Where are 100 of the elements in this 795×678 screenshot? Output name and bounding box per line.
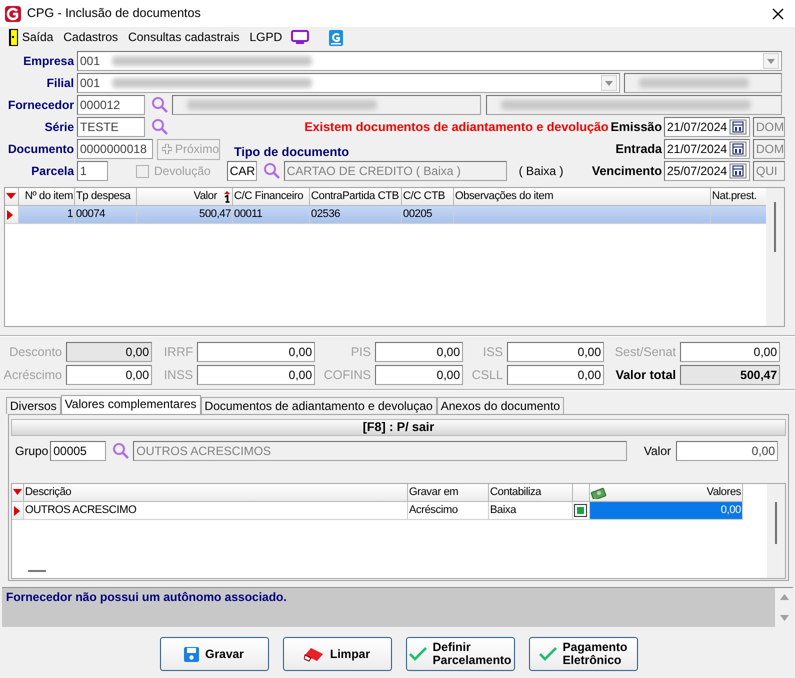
calendar-icon[interactable] xyxy=(729,163,747,179)
amount-field[interactable]: 0,00 xyxy=(507,342,604,362)
warning-text: Existem documentos de adiantamento e devolução xyxy=(304,120,609,134)
section-label: Tipo de documento xyxy=(234,145,350,160)
column-header[interactable]: Valor xyxy=(137,188,233,206)
checkbox[interactable] xyxy=(574,504,587,517)
amount-field[interactable]: 0,00 xyxy=(507,365,604,385)
menu-item[interactable]: Consultas cadastrais xyxy=(123,30,244,45)
column-header[interactable]: Gravar em xyxy=(408,484,489,502)
tab[interactable]: Diversos xyxy=(6,397,61,414)
document-type-field[interactable]: CAR xyxy=(226,161,257,181)
search-icon[interactable] xyxy=(151,96,169,114)
scroll-down-icon[interactable] xyxy=(780,615,788,621)
field-label: Valor total xyxy=(614,368,677,382)
action-button[interactable]: Gravar xyxy=(160,637,268,671)
caret-icon xyxy=(767,58,775,64)
calendar-icon[interactable] xyxy=(729,119,747,135)
tab[interactable]: Valores complementares xyxy=(60,395,201,414)
weekday-field: DOM xyxy=(753,117,785,137)
amount-field[interactable]: 0,00 xyxy=(375,365,463,385)
group-field[interactable]: 00005 xyxy=(50,441,106,461)
field-label: Parcela xyxy=(30,164,76,178)
search-icon[interactable] xyxy=(262,162,281,180)
table-cell: 02536 xyxy=(310,206,402,224)
note-text: ( Baixa ) xyxy=(518,164,564,178)
amount-field[interactable]: 0,00 xyxy=(197,342,315,362)
action-button[interactable]: Limpar xyxy=(282,637,392,671)
supplier-field[interactable]: 000012 xyxy=(77,95,145,115)
table-cell: 00011 xyxy=(233,206,310,224)
door-icon xyxy=(9,29,18,46)
app-logo-icon xyxy=(5,6,21,22)
table-cell: 00205 xyxy=(402,206,454,224)
caret-icon xyxy=(605,80,613,86)
table-cell: 0,00 xyxy=(590,502,743,520)
checkbox-label: Devolução xyxy=(154,164,211,178)
sort-down-icon xyxy=(13,489,22,495)
field-label: INSS xyxy=(162,368,194,382)
eraser-icon xyxy=(304,646,324,662)
document-field[interactable]: 0000000018 xyxy=(77,139,153,159)
search-icon[interactable] xyxy=(151,118,169,136)
field-label: Série xyxy=(44,120,75,134)
field-label: Acréscimo xyxy=(2,368,63,382)
column-header[interactable]: Contabiliza xyxy=(489,484,573,502)
table-cell: 1 xyxy=(19,206,75,224)
app-logo-icon[interactable] xyxy=(329,30,344,46)
amount-field[interactable]: 0,00 xyxy=(676,441,778,461)
column-header[interactable]: Descrição xyxy=(24,484,408,502)
series-field[interactable]: TESTE xyxy=(77,117,145,137)
amount-field[interactable]: 0,00 xyxy=(197,365,315,385)
scroll-up-icon[interactable] xyxy=(780,594,788,600)
panel-header: [F8] : P/ sair xyxy=(11,419,786,436)
field-label: PIS xyxy=(350,344,372,360)
amount-field: 0,00 xyxy=(66,342,152,362)
menu-item[interactable]: Cadastros xyxy=(58,30,124,45)
field-label: Valor xyxy=(644,444,671,458)
column-header[interactable]: C/C Financeiro xyxy=(233,188,310,206)
menu-item[interactable]: Saída xyxy=(4,29,58,46)
current-row-icon xyxy=(14,506,20,516)
tab[interactable]: Documentos de adiantamento e devoluçao xyxy=(200,397,437,414)
weekday-field: DOM xyxy=(753,139,785,159)
amount-field[interactable]: 0,00 xyxy=(375,342,463,362)
action-button[interactable]: Definir Parcelamento xyxy=(406,637,514,671)
scrollbar[interactable] xyxy=(766,188,784,326)
amount-field[interactable]: 0,00 xyxy=(66,365,152,385)
check-icon xyxy=(538,647,557,661)
menu-item[interactable]: LGPD xyxy=(244,30,288,45)
column-header[interactable]: Nº do item xyxy=(19,188,75,206)
search-icon[interactable] xyxy=(112,442,130,460)
status-message: Fornecedor não possui um autônomo associado. xyxy=(5,589,288,606)
column-header[interactable]: Nat.prest. xyxy=(711,188,766,206)
column-header[interactable]: Observações do item xyxy=(454,188,711,206)
installment-field[interactable]: 1 xyxy=(77,161,108,181)
readonly-field: CARTAO DE CREDITO ( Baixa ) xyxy=(284,161,507,181)
action-button[interactable]: Pagamento Eletrônico xyxy=(528,637,638,671)
field-label: Filial xyxy=(46,76,75,90)
field-label: Vencimento xyxy=(592,164,663,178)
branch-dropdown[interactable]: 001 xyxy=(77,73,620,93)
amount-field[interactable]: 0,00 xyxy=(680,342,780,362)
calendar-icon[interactable] xyxy=(729,141,747,157)
plus-icon xyxy=(162,144,172,154)
date-field[interactable]: 21/07/2024 xyxy=(664,117,750,137)
column-header[interactable]: Valores xyxy=(590,484,743,502)
field-label: ISS xyxy=(482,344,504,360)
money-icon xyxy=(591,486,607,498)
field-label: Sest/Senat xyxy=(614,344,677,360)
column-header[interactable]: C/C CTB xyxy=(402,188,454,206)
tab[interactable]: Anexos do documento xyxy=(436,397,564,414)
date-field[interactable]: 21/07/2024 xyxy=(664,139,750,159)
table-cell: Acréscimo xyxy=(408,502,489,520)
column-header[interactable]: Tp despesa xyxy=(75,188,137,206)
table-cell: 500,47 xyxy=(137,206,233,224)
monitor-icon[interactable] xyxy=(291,30,310,45)
field-label: Documento xyxy=(7,142,75,156)
field-label: IRRF xyxy=(162,344,194,360)
table-cell: Baixa xyxy=(489,502,573,520)
company-dropdown[interactable]: 001 xyxy=(77,51,782,71)
date-field[interactable]: 25/07/2024 xyxy=(664,161,750,181)
column-header[interactable]: ContraPartida CTB xyxy=(310,188,402,206)
readonly-field: OUTROS ACRESCIMOS xyxy=(133,441,628,461)
field-label: Fornecedor xyxy=(6,98,75,112)
